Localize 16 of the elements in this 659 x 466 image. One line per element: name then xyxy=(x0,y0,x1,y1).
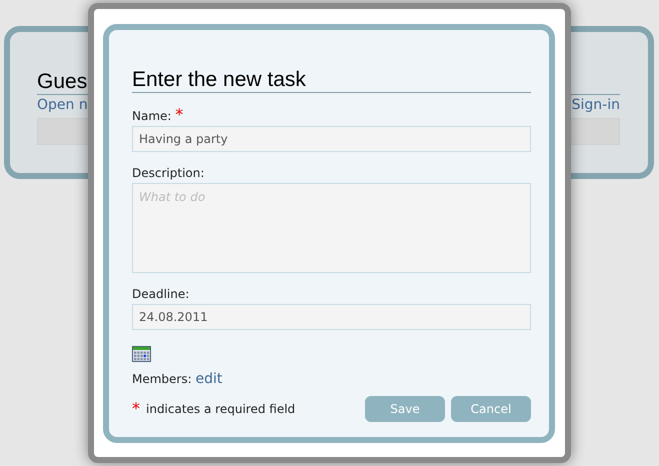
edit-link[interactable]: edit xyxy=(195,371,222,387)
open-link[interactable]: Open n xyxy=(37,95,88,116)
required-note: indicates a required field xyxy=(146,401,296,418)
field-label: Deadline: xyxy=(132,287,190,301)
text-field[interactable]: Having a party xyxy=(132,126,531,152)
members-label: Members: xyxy=(132,372,192,386)
description-field[interactable]: What to do xyxy=(132,183,531,273)
required-mark: * xyxy=(175,105,184,124)
field-label: Description: xyxy=(132,166,204,180)
calendar-icon[interactable] xyxy=(132,346,151,362)
dialog-title: Enter the new task xyxy=(132,68,531,93)
field-label: Name: xyxy=(132,109,172,123)
sign-in-link[interactable]: Sign-in xyxy=(572,95,620,116)
page-heading: Gues xyxy=(37,70,88,94)
required-mark: * xyxy=(132,403,140,415)
text-field[interactable]: 24.08.2011 xyxy=(132,304,531,330)
